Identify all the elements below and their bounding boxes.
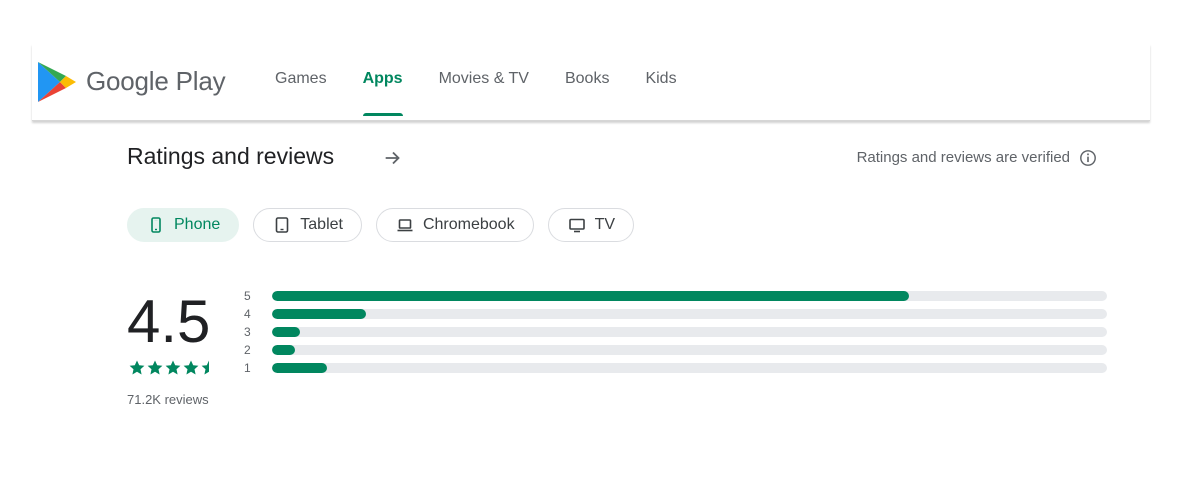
arrow-forward-icon[interactable] (382, 147, 404, 169)
histogram-star-label: 2 (244, 343, 251, 357)
main-nav: Games Apps Movies & TV Books Kids (257, 44, 695, 120)
device-filter-chips: Phone Tablet Chromebook TV (127, 208, 648, 242)
review-count: 71.2K reviews (127, 392, 209, 407)
histogram-row-2: 2 (244, 341, 1107, 359)
histogram-track (272, 363, 1107, 373)
histogram-row-4: 4 (244, 305, 1107, 323)
star-full-icon (147, 360, 163, 375)
star-full-icon (183, 360, 199, 375)
device-chip-label: TV (594, 216, 616, 233)
nav-tab-games[interactable]: Games (257, 41, 345, 117)
device-chip-label: Phone (174, 216, 221, 233)
device-chip-tablet[interactable]: Tablet (253, 208, 362, 242)
star-full-icon (129, 360, 145, 375)
rating-histogram: 5 4 3 2 1 (244, 287, 1107, 377)
histogram-bar (272, 363, 328, 373)
histogram-bar (272, 291, 910, 301)
nav-tab-books[interactable]: Books (547, 41, 627, 117)
device-chip-label: Tablet (300, 216, 343, 233)
tablet-icon (275, 217, 289, 233)
histogram-star-label: 3 (244, 325, 251, 339)
nav-tab-movies-tv[interactable]: Movies & TV (421, 41, 547, 117)
device-chip-tv[interactable]: TV (547, 208, 635, 242)
histogram-bar (272, 309, 366, 319)
histogram-track (272, 291, 1107, 301)
histogram-star-label: 5 (244, 289, 251, 303)
star-full-icon (165, 360, 181, 375)
histogram-track (272, 309, 1107, 319)
histogram-bar (272, 345, 295, 355)
device-chip-chromebook[interactable]: Chromebook (375, 208, 534, 242)
histogram-track (272, 327, 1107, 337)
verified-note: Ratings and reviews are verified (856, 149, 1070, 166)
device-chip-phone[interactable]: Phone (127, 208, 240, 242)
nav-tab-kids[interactable]: Kids (627, 41, 694, 117)
nav-tab-apps[interactable]: Apps (345, 41, 421, 117)
histogram-track (272, 345, 1107, 355)
brand-name[interactable]: Google Play (86, 66, 226, 97)
phone-icon (151, 217, 161, 233)
histogram-bar (272, 327, 300, 337)
star-rating (128, 359, 218, 377)
section-title: Ratings and reviews (127, 143, 335, 169)
star-half-icon (201, 360, 217, 375)
top-app-bar: Google Play Games Apps Movies & TV Books Kid… (32, 44, 1150, 121)
laptop-icon (397, 219, 413, 232)
histogram-row-5: 5 (244, 287, 1107, 305)
tv-icon (568, 218, 585, 233)
google-play-logo-icon[interactable] (36, 60, 76, 104)
histogram-star-label: 4 (244, 307, 251, 321)
average-rating: 4.5 (127, 288, 211, 355)
info-icon[interactable] (1079, 149, 1097, 167)
histogram-row-3: 3 (244, 323, 1107, 341)
histogram-row-1: 1 (244, 359, 1107, 377)
histogram-star-label: 1 (244, 361, 251, 375)
device-chip-label: Chromebook (422, 216, 515, 233)
